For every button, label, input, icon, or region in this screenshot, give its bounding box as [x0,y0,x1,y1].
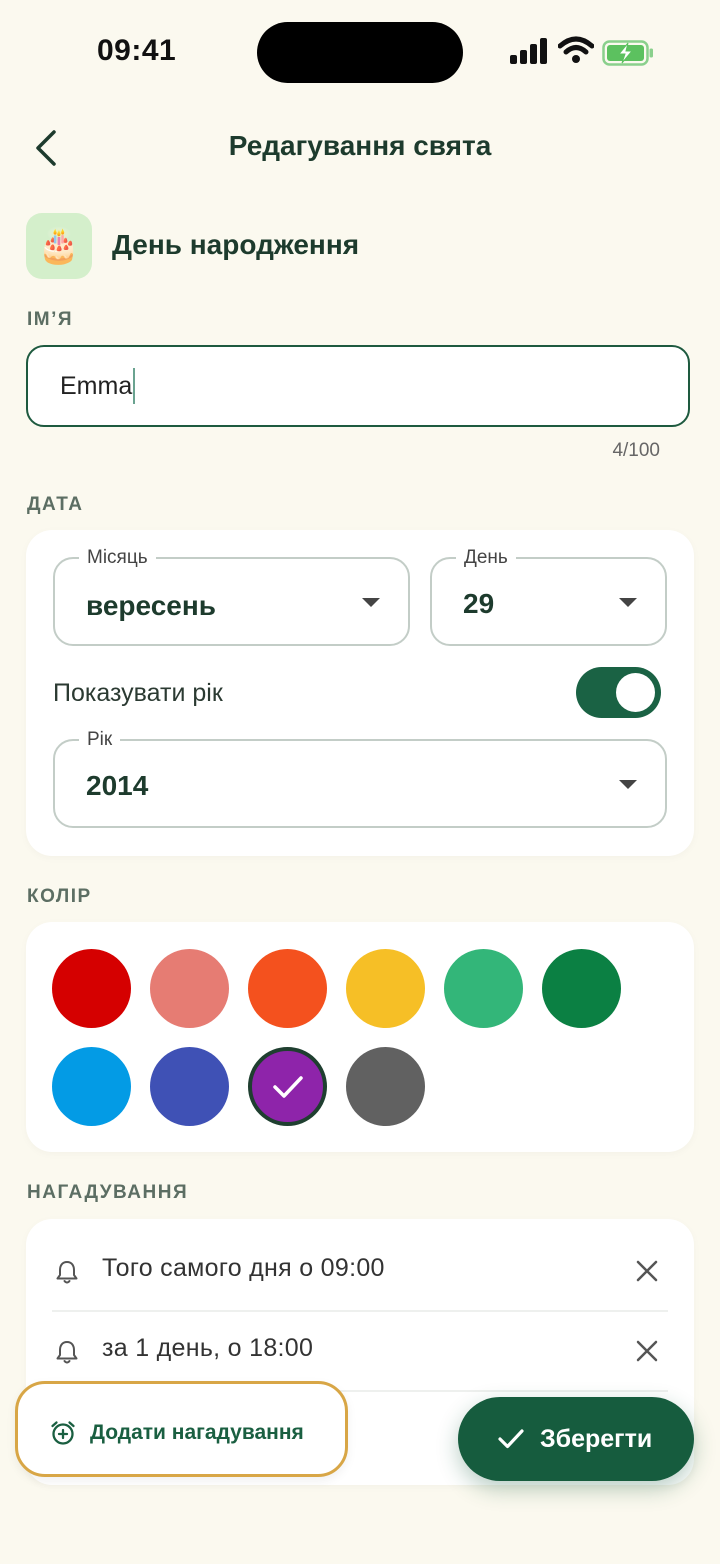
reminders-section-label: НАГАДУВАННЯ [27,1182,189,1203]
color-swatch[interactable] [346,949,425,1028]
battery-charging-icon [602,40,653,66]
check-icon [273,1076,303,1098]
check-icon [498,1429,524,1449]
reminder-text: Того самого дня о 09:00 [102,1254,385,1282]
show-year-label: Показувати рік [53,679,223,707]
month-select-label: Місяць [79,547,156,569]
reminder-item[interactable]: за 1 день, о 18:00 [52,1312,668,1392]
toggle-knob [616,673,655,712]
year-select[interactable]: Рік 2014 [53,729,667,828]
wifi-icon [558,36,594,63]
color-swatch[interactable] [52,949,131,1028]
save-button-label: Зберегти [540,1425,653,1453]
color-swatch[interactable] [52,1047,131,1126]
remove-reminder-close-icon[interactable] [634,1338,660,1364]
color-swatch[interactable] [248,949,327,1028]
bell-icon [56,1261,78,1284]
day-select[interactable]: День 29 [430,547,667,646]
month-select[interactable]: Місяць вересень [53,547,410,646]
name-input-value: Emma [60,371,133,400]
status-time: 09:41 [97,34,177,67]
color-swatch[interactable] [444,949,523,1028]
color-section-label: КОЛІР [27,886,92,907]
year-dropdown-arrow-icon [619,780,637,789]
year-select-value: 2014 [86,770,149,801]
show-year-toggle[interactable] [576,667,661,718]
name-char-counter: 4/100 [612,440,660,461]
cake-icon: 🎂 [37,227,81,265]
day-dropdown-arrow-icon [619,598,637,607]
text-caret [133,368,136,404]
name-section-label: ІМ’Я [27,309,74,330]
day-select-label: День [456,547,516,569]
month-dropdown-arrow-icon [362,598,380,607]
year-select-label: Рік [79,729,121,751]
reminder-text: за 1 день, о 18:00 [102,1334,314,1362]
save-button[interactable]: Зберегти [458,1397,694,1481]
color-swatch[interactable] [542,949,621,1028]
color-swatch[interactable] [150,1047,229,1126]
date-section-label: ДАТА [27,494,84,515]
add-reminder-label: Додати нагадування [90,1421,304,1444]
color-swatch-selected[interactable] [248,1047,327,1126]
cellular-signal-icon [510,38,547,64]
remove-reminder-close-icon[interactable] [634,1258,660,1284]
page-title: Редагування свята [228,130,492,161]
bell-icon [56,1341,78,1364]
alarm-add-icon [51,1421,75,1445]
color-swatch[interactable] [346,1047,425,1126]
name-input[interactable]: Emma [26,345,690,427]
category-icon: 🎂 [26,213,92,279]
dynamic-island [257,22,463,83]
add-reminder-button[interactable]: Додати нагадування [15,1381,348,1477]
reminder-item[interactable]: Того самого дня о 09:00 [52,1232,668,1312]
category-name: День народження [112,229,360,260]
day-select-value: 29 [463,588,495,619]
month-select-value: вересень [86,590,216,621]
color-swatch[interactable] [150,949,229,1028]
